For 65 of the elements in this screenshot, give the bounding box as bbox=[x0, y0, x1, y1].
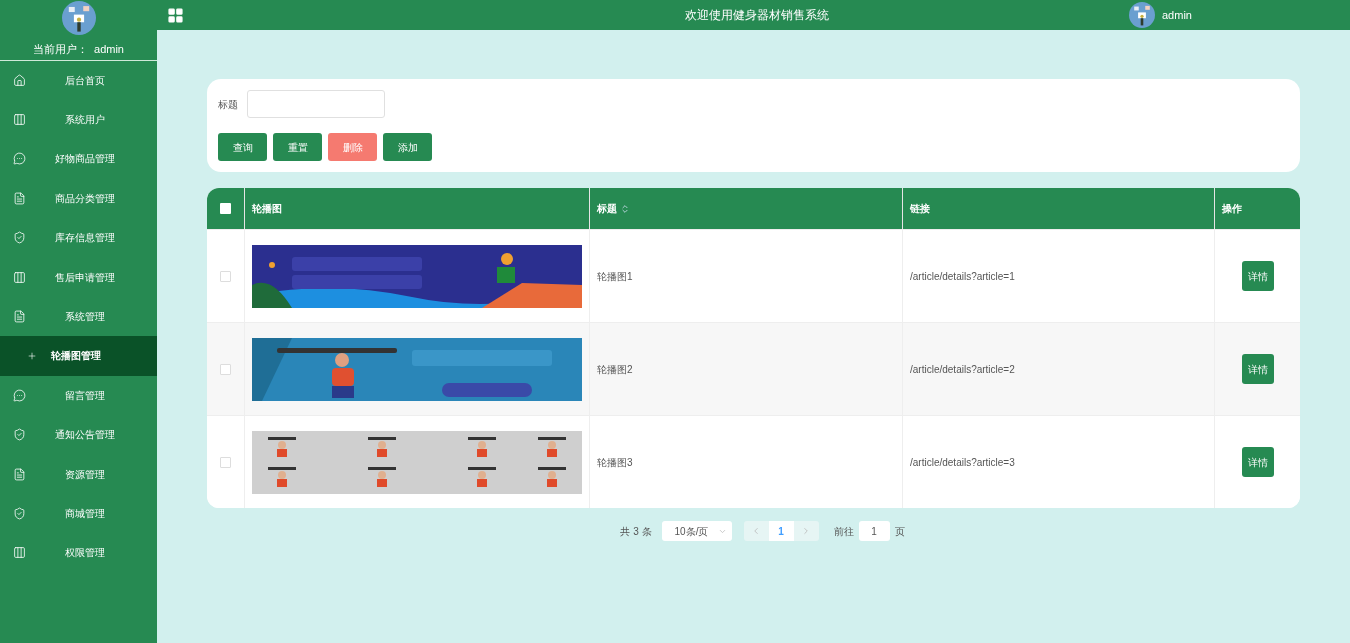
action-button[interactable]: 删除 bbox=[328, 133, 377, 161]
row-checkbox[interactable] bbox=[220, 363, 231, 375]
page-suffix: 页 bbox=[894, 524, 905, 539]
column-header: 链接 bbox=[910, 202, 930, 216]
table-cell-text: /article/details?article=2 bbox=[910, 362, 1015, 377]
action-button[interactable]: 查询 bbox=[218, 133, 267, 161]
details-button[interactable]: 详情 bbox=[1241, 447, 1274, 477]
current-user-label: 当前用户： bbox=[33, 42, 88, 57]
sidebar-item[interactable]: 商品分类管理 bbox=[0, 178, 157, 219]
details-button[interactable]: 详情 bbox=[1241, 261, 1274, 291]
table-cell-text: 轮播图3 bbox=[597, 455, 633, 470]
next-page-button[interactable] bbox=[793, 521, 819, 541]
page-number[interactable]: 1 bbox=[768, 521, 794, 541]
sidebar-item[interactable]: 权限管理 bbox=[0, 533, 157, 573]
chat-bubble-icon bbox=[13, 388, 26, 402]
column-header: 轮播图 bbox=[252, 202, 282, 216]
action-button[interactable]: 重置 bbox=[273, 133, 322, 161]
shield-icon bbox=[13, 428, 26, 442]
sidebar-item[interactable]: 系统用户 bbox=[0, 99, 157, 140]
document-icon bbox=[13, 191, 26, 205]
select-all-checkbox[interactable] bbox=[220, 203, 231, 214]
row-checkbox[interactable] bbox=[220, 270, 231, 282]
sidebar-item[interactable]: 库存信息管理 bbox=[0, 218, 157, 258]
home-icon bbox=[13, 73, 26, 87]
sidebar-item[interactable]: 轮播图管理 bbox=[0, 336, 157, 376]
title-input[interactable] bbox=[247, 90, 385, 118]
sidebar-item[interactable]: 售后申请管理 bbox=[0, 257, 157, 297]
columns-icon bbox=[13, 270, 26, 284]
sidebar-item[interactable]: 通知公告管理 bbox=[0, 415, 157, 455]
avatar bbox=[61, 1, 96, 35]
sidebar-item[interactable]: 资源管理 bbox=[0, 454, 157, 494]
table-cell-text: /article/details?article=1 bbox=[910, 269, 1015, 284]
document-icon bbox=[13, 467, 26, 481]
shield-icon bbox=[13, 507, 26, 520]
goto-page-input[interactable]: 1 bbox=[858, 521, 890, 541]
table-cell-text: 轮播图1 bbox=[597, 269, 633, 284]
table-cell-text: 轮播图2 bbox=[597, 362, 633, 377]
user-name[interactable]: admin bbox=[1162, 6, 1192, 24]
chat-bubble-icon bbox=[13, 152, 26, 166]
avatar bbox=[1129, 2, 1155, 28]
current-user-name: admin bbox=[94, 42, 124, 57]
sidebar-item[interactable]: 好物商品管理 bbox=[0, 139, 157, 179]
sidebar-item[interactable]: 商城管理 bbox=[0, 493, 157, 534]
system-title: 欢迎使用健身器材销售系统 bbox=[685, 7, 829, 24]
total-count: 共 3 条 bbox=[620, 524, 652, 539]
shield-icon bbox=[13, 231, 26, 245]
prev-page-button[interactable] bbox=[743, 521, 769, 541]
column-header[interactable]: 标题 bbox=[597, 201, 617, 216]
sidebar-item[interactable]: 后台首页 bbox=[0, 60, 157, 100]
sort-icon[interactable] bbox=[620, 203, 630, 214]
row-checkbox[interactable] bbox=[220, 456, 231, 468]
columns-icon bbox=[13, 546, 26, 560]
plus-icon bbox=[27, 350, 37, 361]
columns-icon bbox=[13, 113, 26, 127]
column-header: 操作 bbox=[1222, 202, 1242, 216]
document-icon bbox=[13, 310, 26, 324]
title-label: 标题 bbox=[218, 97, 238, 112]
sidebar-item[interactable]: 系统管理 bbox=[0, 296, 157, 337]
page-size-select[interactable]: 10条/页 bbox=[661, 521, 732, 541]
menu-icon[interactable] bbox=[167, 6, 184, 24]
goto-label: 前往 bbox=[833, 524, 854, 539]
action-button[interactable]: 添加 bbox=[383, 133, 432, 161]
sidebar-item[interactable]: 留言管理 bbox=[0, 375, 157, 415]
table-cell-text: /article/details?article=3 bbox=[910, 455, 1015, 470]
details-button[interactable]: 详情 bbox=[1241, 354, 1274, 384]
